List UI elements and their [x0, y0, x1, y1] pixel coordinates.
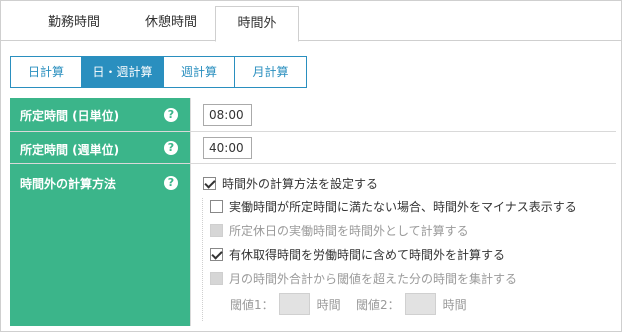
- help-icon[interactable]: ?: [164, 108, 178, 122]
- row-label: 時間外の計算方法 ?: [10, 164, 190, 326]
- calculation-mode-selector: 日計算 日・週計算 週計算 月計算: [10, 56, 307, 88]
- checkbox-checked-icon[interactable]: [210, 248, 223, 261]
- mode-monthly-button[interactable]: 月計算: [235, 57, 306, 87]
- threshold-2-label: 閾値2：: [356, 297, 400, 312]
- threshold-2-unit: 時間: [442, 297, 467, 312]
- row-value: 40:00: [190, 132, 616, 163]
- checkbox-label: 有休取得時間を労働時間に含めて時間外を計算する: [229, 248, 506, 262]
- weekly-hours-input[interactable]: 40:00: [203, 137, 252, 159]
- checkbox-disabled-icon: [210, 224, 223, 237]
- threshold-1-input: [278, 293, 310, 315]
- enable-overtime-method-checkbox[interactable]: 時間外の計算方法を設定する: [203, 175, 378, 192]
- daily-hours-label: 所定時間 (日単位): [20, 109, 120, 123]
- daily-hours-input[interactable]: 08:00: [203, 104, 252, 126]
- paid-leave-overtime-checkbox[interactable]: 有休取得時間を労働時間に含めて時間外を計算する: [210, 246, 505, 263]
- help-icon[interactable]: ?: [164, 141, 178, 155]
- tab-work-hours[interactable]: 勤務時間: [23, 6, 125, 41]
- tab-bar: 勤務時間 休憩時間 時間外: [1, 1, 621, 42]
- row-value: 08:00: [190, 98, 616, 131]
- row-label: 所定時間 (週単位) ?: [10, 132, 190, 163]
- checkbox-icon[interactable]: [210, 200, 223, 213]
- monthly-threshold-checkbox: 月の時間外合計から閾値を超えた分の時間を集計する: [210, 270, 517, 287]
- threshold-2: 閾値2： 時間: [356, 293, 467, 315]
- tab-overtime[interactable]: 時間外: [215, 6, 299, 42]
- mode-daily-button[interactable]: 日計算: [11, 57, 82, 87]
- overtime-method-label: 時間外の計算方法: [20, 177, 117, 191]
- mode-daily-weekly-button[interactable]: 日・週計算: [82, 57, 164, 87]
- row-label: 所定時間 (日単位) ?: [10, 98, 190, 131]
- tab-break-time[interactable]: 休憩時間: [123, 6, 219, 41]
- row-daily-hours: 所定時間 (日単位) ? 08:00: [10, 98, 616, 132]
- help-icon[interactable]: ?: [164, 176, 178, 190]
- settings-panel: 勤務時間 休憩時間 時間外 日計算 日・週計算 週計算 月計算 所定時間 (日単…: [0, 0, 622, 332]
- threshold-1-unit: 時間: [316, 297, 341, 312]
- checkbox-label: 月の時間外合計から閾値を超えた分の時間を集計する: [229, 272, 518, 286]
- settings-table: 所定時間 (日単位) ? 08:00 所定時間 (週単位) ? 40:00 時間…: [10, 98, 616, 326]
- holiday-overtime-checkbox: 所定休日の実働時間を時間外として計算する: [210, 222, 469, 239]
- checkbox-label: 実働時間が所定時間に満たない場合、時間外をマイナス表示する: [229, 200, 577, 214]
- negative-overtime-checkbox[interactable]: 実働時間が所定時間に満たない場合、時間外をマイナス表示する: [210, 198, 577, 215]
- checkbox-label: 時間外の計算方法を設定する: [222, 177, 379, 191]
- checkbox-disabled-icon: [210, 272, 223, 285]
- checkbox-label: 所定休日の実働時間を時間外として計算する: [229, 224, 469, 238]
- checkbox-checked-icon[interactable]: [203, 177, 216, 190]
- threshold-2-input: [404, 293, 436, 315]
- row-weekly-hours: 所定時間 (週単位) ? 40:00: [10, 132, 616, 164]
- threshold-1: 閾値1： 時間: [230, 293, 341, 315]
- weekly-hours-label: 所定時間 (週単位): [20, 143, 120, 157]
- threshold-1-label: 閾値1：: [230, 297, 274, 312]
- mode-weekly-button[interactable]: 週計算: [164, 57, 235, 87]
